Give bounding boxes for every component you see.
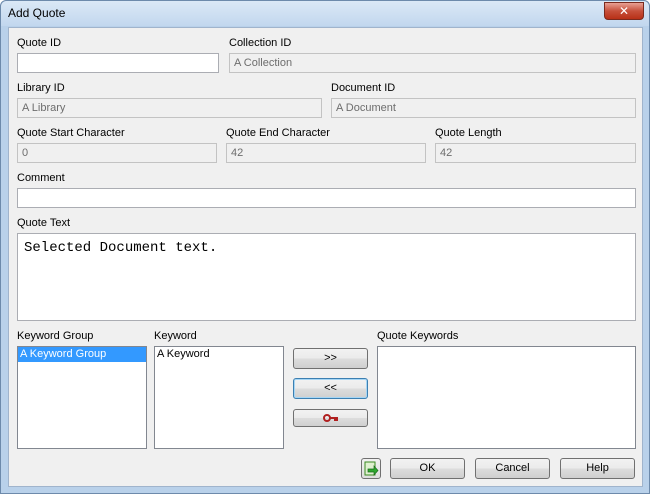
cancel-button[interactable]: Cancel: [475, 458, 550, 479]
ok-button[interactable]: OK: [390, 458, 465, 479]
start-char-label: Quote Start Character: [17, 127, 125, 139]
dialog-body: Quote ID Collection ID A Collection Libr…: [8, 27, 643, 487]
end-char-field: 42: [226, 143, 426, 163]
quote-keywords-list[interactable]: [377, 346, 636, 449]
help-button[interactable]: Help: [560, 458, 635, 479]
keyword-group-item[interactable]: A Keyword Group: [18, 347, 146, 362]
quote-keywords-label: Quote Keywords: [377, 330, 459, 342]
export-arrow-icon: [364, 461, 379, 476]
collection-id-field: A Collection: [229, 53, 636, 73]
library-id-field: A Library: [17, 98, 322, 118]
comment-input[interactable]: [17, 188, 636, 208]
dialog-window: Add Quote ✕ Quote ID Collection ID A Col…: [0, 0, 650, 494]
quote-text-area[interactable]: Selected Document text.: [17, 233, 636, 321]
export-button[interactable]: [361, 458, 381, 479]
title-bar: Add Quote ✕: [1, 1, 649, 26]
keyword-label: Keyword: [154, 330, 197, 342]
window-title: Add Quote: [8, 6, 66, 20]
key-button[interactable]: [293, 409, 368, 427]
document-id-label: Document ID: [331, 82, 396, 94]
keyword-list[interactable]: A Keyword: [154, 346, 284, 449]
quote-text-label: Quote Text: [17, 217, 70, 229]
document-id-field: A Document: [331, 98, 636, 118]
start-char-field: 0: [17, 143, 217, 163]
close-button[interactable]: ✕: [604, 2, 644, 20]
length-label: Quote Length: [435, 127, 502, 139]
library-id-label: Library ID: [17, 82, 65, 94]
length-field: 42: [435, 143, 636, 163]
collection-id-label: Collection ID: [229, 37, 292, 49]
quote-id-label: Quote ID: [17, 37, 62, 49]
keyword-group-list[interactable]: A Keyword Group: [17, 346, 147, 449]
quote-id-input[interactable]: [17, 53, 219, 73]
key-icon: [322, 414, 338, 422]
comment-label: Comment: [17, 172, 65, 184]
end-char-label: Quote End Character: [226, 127, 330, 139]
add-keyword-button[interactable]: >>: [293, 348, 368, 369]
remove-keyword-button[interactable]: <<: [293, 378, 368, 399]
keyword-item[interactable]: A Keyword: [155, 347, 283, 362]
keyword-group-label: Keyword Group: [17, 330, 94, 342]
